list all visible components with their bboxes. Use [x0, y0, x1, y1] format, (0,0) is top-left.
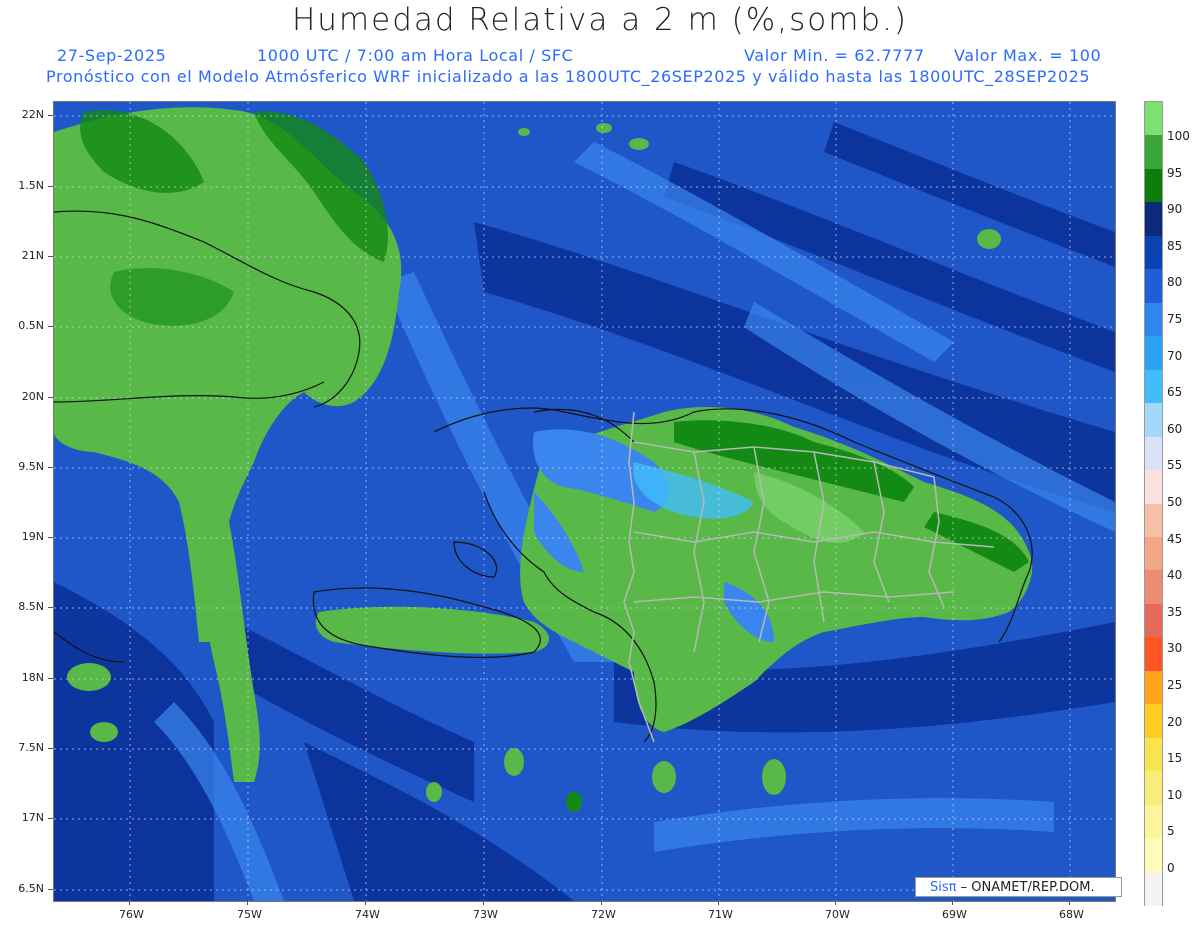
- colorbar-segment: [1145, 804, 1162, 840]
- model-info: Pronóstico con el Modelo Atmósferico WRF…: [46, 67, 1091, 86]
- lat-tick: [48, 326, 53, 327]
- lat-tick: [48, 748, 53, 749]
- colorbar-label: 40: [1167, 568, 1183, 583]
- colorbar-label: 50: [1167, 495, 1183, 509]
- colorbar-label: 75: [1167, 312, 1183, 326]
- lat-tick: [48, 256, 53, 257]
- colorbar-label: 65: [1167, 385, 1183, 400]
- colorbar-segment: [1145, 771, 1162, 806]
- lat-label: 22N: [21, 108, 44, 121]
- colorbar-segment: [1145, 570, 1162, 605]
- colorbar-label: 10: [1167, 787, 1183, 802]
- colorbar-segment: [1145, 436, 1162, 472]
- colorbar-label: 45: [1167, 531, 1183, 546]
- lon-tick: [1069, 900, 1070, 905]
- colorbar-segment: [1145, 838, 1162, 873]
- colorbar-segment: [1145, 603, 1162, 639]
- colorbar-label: 25: [1167, 678, 1183, 692]
- lat-label: 1.5N: [18, 179, 44, 192]
- lon-label: 72W: [591, 908, 616, 921]
- lon-tick: [601, 900, 602, 905]
- lon-tick: [952, 900, 953, 905]
- colorbar-label: 15: [1167, 751, 1183, 766]
- lat-tick: [48, 678, 53, 679]
- colorbar-label: 60: [1167, 421, 1183, 436]
- colorbar-segment: [1145, 302, 1162, 338]
- lon-tick: [129, 900, 130, 905]
- lat-tick: [48, 467, 53, 468]
- colorbar-segment: [1145, 503, 1162, 538]
- colorbar-segment: [1145, 135, 1162, 170]
- lat-label: 20N: [21, 390, 44, 403]
- credit-box: Sisπ – ONAMET/REP.DOM.: [915, 877, 1122, 897]
- lat-tick: [48, 397, 53, 398]
- colorbar-segment: [1145, 704, 1162, 739]
- lon-label: 69W: [942, 908, 967, 921]
- lon-label: 71W: [708, 908, 733, 921]
- lat-label: 6.5N: [18, 882, 44, 895]
- colorbar-segment: [1145, 336, 1162, 371]
- colorbar-segment: [1145, 637, 1162, 672]
- lat-label: 8.5N: [18, 600, 44, 613]
- lon-label: 76W: [119, 908, 144, 921]
- lat-label: 18N: [21, 671, 44, 684]
- colorbar-label: 70: [1167, 348, 1183, 363]
- colorbar-label: 35: [1167, 604, 1183, 619]
- colorbar-segment: [1145, 269, 1162, 304]
- lat-label: 19N: [21, 530, 44, 543]
- colorbar-segment: [1145, 168, 1162, 204]
- lon-tick: [718, 900, 719, 905]
- colorbar-label: 100: [1167, 129, 1190, 143]
- colorbar-label: 95: [1167, 165, 1183, 180]
- map-title: Humedad Relativa a 2 m (%,somb.): [291, 2, 909, 38]
- lat-label: 7.5N: [18, 741, 44, 754]
- colorbar: [1144, 101, 1163, 906]
- lon-label: 70W: [825, 908, 850, 921]
- colorbar-segment: [1145, 737, 1162, 773]
- colorbar-segment: [1145, 102, 1162, 137]
- colorbar-segment: [1145, 536, 1162, 572]
- lon-label: 75W: [237, 908, 262, 921]
- colorbar-segment: [1145, 670, 1162, 706]
- colorbar-segment: [1145, 202, 1162, 237]
- lat-tick: [48, 537, 53, 538]
- lat-label: 0.5N: [18, 319, 44, 332]
- colorbar-segment: [1145, 369, 1162, 405]
- colorbar-label: 5: [1167, 824, 1175, 839]
- lon-label: 74W: [355, 908, 380, 921]
- lon-tick: [365, 900, 366, 905]
- colorbar-segment: [1145, 235, 1162, 271]
- colorbar-label: 55: [1167, 458, 1183, 473]
- humidity-map[interactable]: [53, 101, 1116, 902]
- colorbar-label: 90: [1167, 202, 1183, 217]
- colorbar-label: 20: [1167, 714, 1183, 729]
- min-value: Valor Min. = 62.7777: [744, 46, 925, 65]
- colorbar-segment: [1145, 470, 1162, 505]
- lat-tick: [48, 607, 53, 608]
- lon-label: 73W: [473, 908, 498, 921]
- forecast-date: 27-Sep-2025: [57, 46, 167, 65]
- lon-tick: [835, 900, 836, 905]
- lat-label: 17N: [21, 811, 44, 824]
- colorbar-segment: [1145, 403, 1162, 438]
- lon-label: 68W: [1059, 908, 1084, 921]
- colorbar-label: 85: [1167, 238, 1183, 253]
- max-value: Valor Max. = 100: [954, 46, 1102, 65]
- lat-tick: [48, 186, 53, 187]
- lat-label: 21N: [21, 249, 44, 262]
- lon-tick: [247, 900, 248, 905]
- sispi-logo: Sisπ: [930, 880, 957, 895]
- lat-tick: [48, 889, 53, 890]
- lat-label: 9.5N: [18, 460, 44, 473]
- lat-tick: [48, 115, 53, 116]
- colorbar-label: 0: [1167, 861, 1175, 875]
- forecast-time: 1000 UTC / 7:00 am Hora Local / SFC: [257, 46, 574, 65]
- colorbar-label: 80: [1167, 275, 1183, 290]
- lat-tick: [48, 818, 53, 819]
- credit-text: – ONAMET/REP.DOM.: [960, 880, 1095, 895]
- colorbar-segment: [1145, 871, 1162, 906]
- colorbar-label: 30: [1167, 641, 1183, 656]
- lon-tick: [483, 900, 484, 905]
